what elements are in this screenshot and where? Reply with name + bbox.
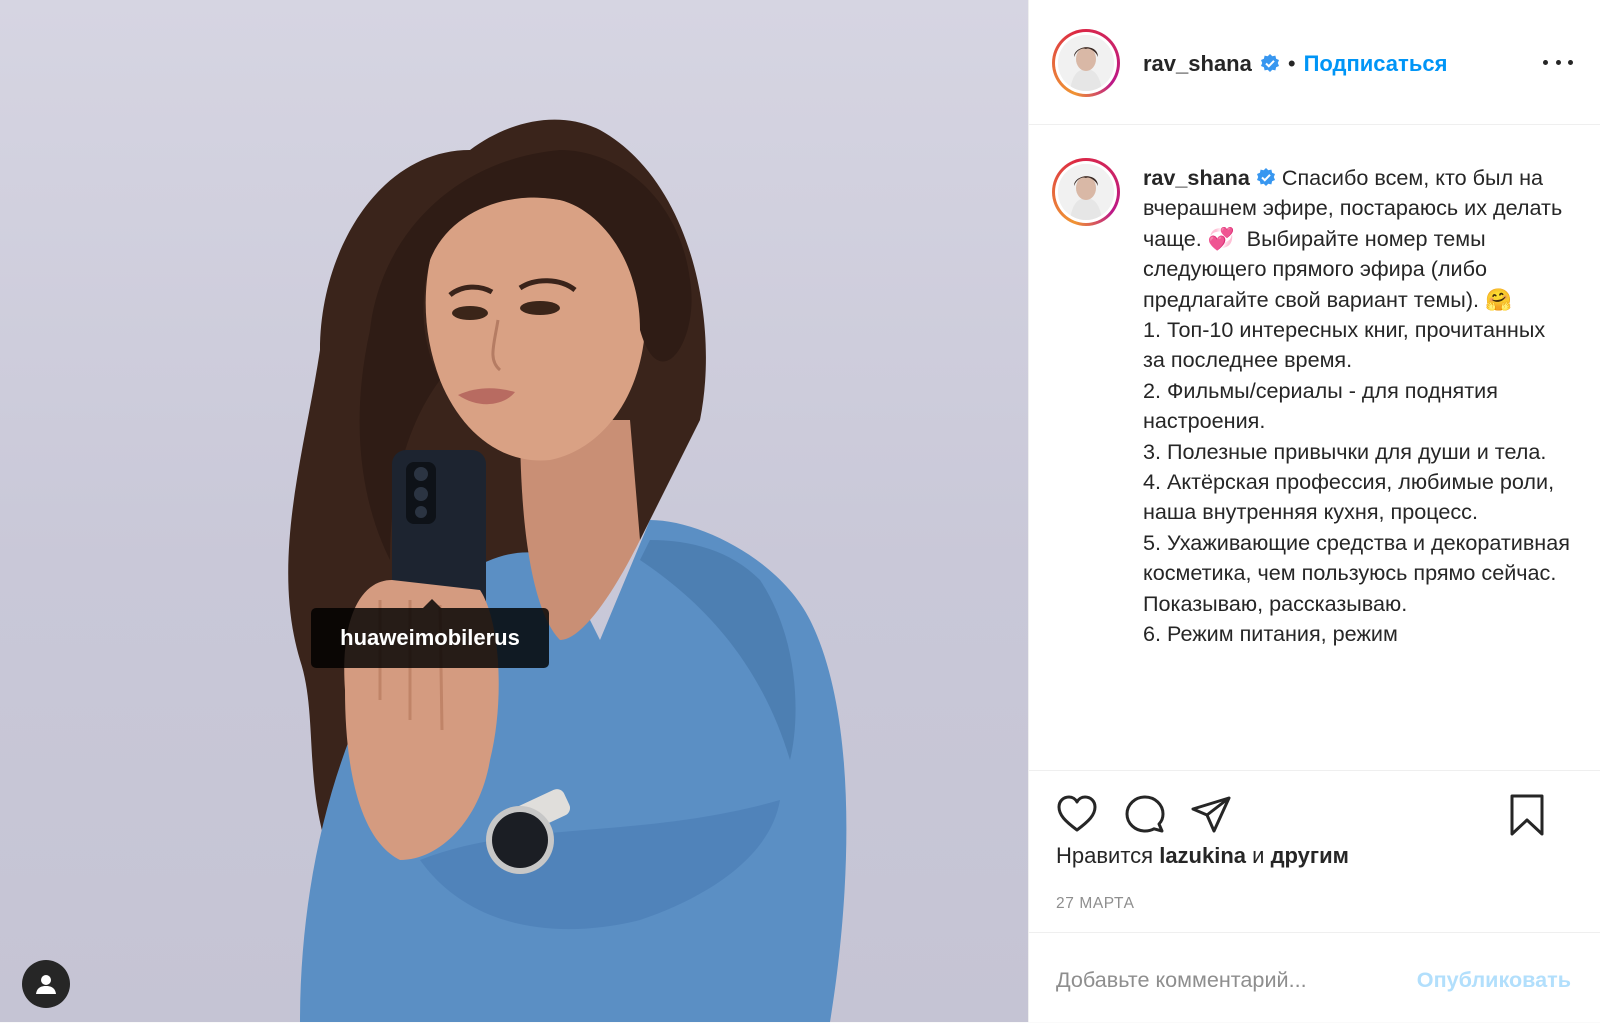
add-comment-section: Опубликовать [1029,932,1600,1023]
bookmark-icon[interactable] [1505,793,1549,837]
verified-badge-icon [1256,168,1275,186]
avatar[interactable] [1052,29,1120,97]
eye-right [520,301,560,315]
avatar-image [1058,35,1114,91]
heart-icon[interactable] [1055,793,1099,837]
post-photo[interactable]: huaweimobilerus [0,0,1028,1022]
caption-fade [1029,743,1600,769]
publish-button[interactable]: Опубликовать [1417,967,1571,993]
post-date[interactable]: 27 МАРТА [1056,895,1135,913]
caption-avatar[interactable] [1052,158,1120,226]
separator-dot: • [1287,51,1296,76]
caption-avatar-image [1058,164,1114,220]
likes-prefix: Нравится [1056,843,1154,868]
caption-text: Спасибо всем, кто был на вчерашнем эфире… [1143,165,1570,647]
likes-summary: Нравится lazukina и другим [1056,843,1349,869]
header-username[interactable]: rav_shana [1143,51,1252,77]
person-icon [36,975,56,994]
caption-username[interactable]: rav_shana [1143,165,1250,190]
follow-button[interactable]: Подписаться [1304,51,1448,77]
header-user: rav_shana • Подписаться [1143,51,1447,77]
post-header: rav_shana • Подписаться [1029,0,1600,125]
caption-area: rav_shana Спасибо всем, кто был на вчераш… [1029,125,1600,769]
likes-joiner: и [1252,843,1265,868]
eye-left [452,306,488,320]
product-tag-label: huaweimobilerus [340,625,520,650]
comment-input[interactable] [1056,963,1406,997]
more-options-icon[interactable] [1543,52,1573,72]
likes-user-link[interactable]: lazukina [1159,843,1246,868]
instagram-post: huaweimobilerus rav_shana • Подписаться … [0,0,1600,1022]
comment-icon[interactable] [1123,793,1167,837]
share-icon[interactable] [1189,793,1233,837]
photo-illustration [288,119,847,1022]
likes-others-link[interactable]: другим [1271,843,1349,868]
post-actions: Нравится lazukina и другим 27 МАРТА [1029,770,1600,933]
tagged-users-button[interactable] [22,960,70,1008]
verified-badge-icon [1260,54,1279,72]
product-tag[interactable]: huaweimobilerus [311,599,549,668]
post-side-panel: rav_shana • Подписаться rav_shana Спасиб… [1028,0,1600,1022]
post-caption: rav_shana Спасибо всем, кто был на вчераш… [1143,163,1573,650]
